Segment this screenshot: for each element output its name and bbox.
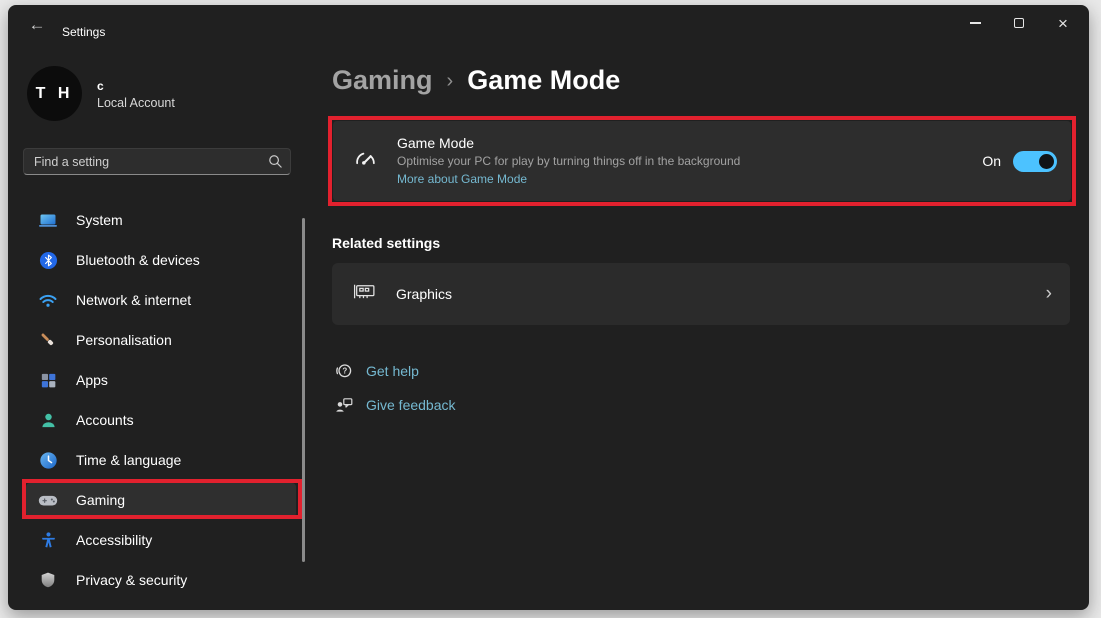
person-speech-bubble-icon [333,395,355,415]
page-title: Game Mode [467,65,621,95]
shield-icon [38,570,58,590]
sidebar-item-time-language[interactable]: Time & language [26,440,296,480]
svg-text:?: ? [342,367,347,376]
sidebar-item-system[interactable]: System [26,200,296,240]
minimize-icon [969,22,981,24]
account-type: Local Account [97,96,175,110]
minimize-button[interactable] [953,7,997,39]
game-mode-learn-more-link[interactable]: More about Game Mode [397,172,527,186]
toggle-knob [1039,153,1054,169]
search-input[interactable] [24,154,266,169]
wifi-icon [38,290,58,310]
sidebar-item-label: Time & language [76,452,182,468]
maximize-button[interactable] [997,7,1041,39]
related-item-graphics[interactable]: Graphics › [332,263,1070,325]
headset-question-icon: ? [333,361,355,381]
gpu-card-icon [352,282,377,306]
sidebar-item-accounts[interactable]: Accounts [26,400,296,440]
back-arrow-icon: ← [28,15,46,34]
game-mode-card: Game Mode Optimise your PC for play by t… [333,121,1071,201]
game-mode-toggle[interactable] [1013,150,1057,172]
sidebar-item-label: Apps [76,372,108,388]
breadcrumb: Gaming › Game Mode [332,65,620,96]
sidebar-item-label: Privacy & security [76,572,188,588]
chevron-right-icon: › [1045,283,1052,304]
avatar[interactable]: T H [27,66,82,121]
search-icon[interactable] [266,154,290,169]
sidebar-item-label: Accessibility [76,532,153,548]
sidebar-item-apps[interactable]: Apps [26,360,296,400]
annotation-box-game-mode: Game Mode Optimise your PC for play by t… [328,116,1076,206]
paintbrush-icon [38,330,58,350]
account-name: c [97,79,104,93]
app-squares-icon [38,370,58,390]
search-box[interactable] [23,148,291,175]
window-controls: × [953,7,1085,39]
sidebar-item-network[interactable]: Network & internet [26,280,296,320]
sidebar-item-privacy[interactable]: Privacy & security [26,560,296,600]
give-feedback-link[interactable]: Give feedback [366,397,456,413]
sidebar-item-accessibility[interactable]: Accessibility [26,520,296,560]
speedometer-icon [353,146,378,176]
close-icon: × [1058,13,1068,33]
sidebar-item-label: Bluetooth & devices [76,252,200,268]
game-mode-title: Game Mode [397,134,475,151]
accessibility-person-icon [38,530,58,550]
gamepad-icon [38,490,58,510]
give-feedback-row[interactable]: Give feedback [333,395,456,415]
close-button[interactable]: × [1041,7,1085,39]
app-title: Settings [62,25,106,39]
maximize-icon [1014,18,1024,28]
sidebar-nav: System Bluetooth & devices Network & int… [26,200,296,600]
breadcrumb-separator-icon: › [446,70,454,92]
person-icon [38,410,58,430]
sidebar-item-label: Personalisation [76,332,172,348]
bluetooth-icon [38,250,58,270]
sidebar-item-label: System [76,212,123,228]
related-settings-heading: Related settings [332,235,441,251]
sidebar-item-label: Accounts [76,412,134,428]
clock-icon [38,450,58,470]
related-item-label: Graphics [396,286,453,302]
sidebar-scrollbar[interactable] [302,218,305,562]
titlebar: ← Settings × [8,5,1089,45]
toggle-state-label: On [982,153,1001,169]
sidebar-item-label: Gaming [76,492,126,508]
sidebar-item-gaming[interactable]: Gaming [26,483,296,517]
sidebar-item-personalisation[interactable]: Personalisation [26,320,296,360]
get-help-link[interactable]: Get help [366,363,419,379]
back-button[interactable]: ← [20,10,54,40]
laptop-icon [38,210,58,230]
settings-window: ← Settings × T H c Local Account Find a … [8,5,1089,610]
sidebar-item-label: Network & internet [76,292,192,308]
breadcrumb-parent[interactable]: Gaming [332,65,433,96]
get-help-row[interactable]: ? Get help [333,361,419,381]
avatar-initials: T H [35,84,74,102]
sidebar-item-bluetooth[interactable]: Bluetooth & devices [26,240,296,280]
game-mode-description: Optimise your PC for play by turning thi… [397,153,741,168]
